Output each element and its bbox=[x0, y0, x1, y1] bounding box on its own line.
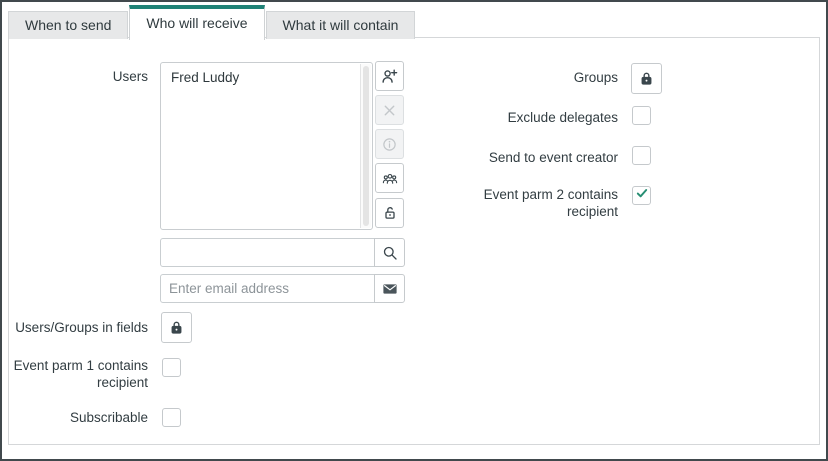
group-icon bbox=[382, 170, 398, 186]
event-parm-1-checkbox[interactable] bbox=[162, 358, 181, 377]
info-icon bbox=[382, 137, 397, 152]
groups-lock-button[interactable] bbox=[631, 63, 662, 94]
search-button[interactable] bbox=[374, 238, 405, 267]
subscribable-checkbox[interactable] bbox=[162, 408, 181, 427]
listbox-scrollbar[interactable] bbox=[360, 64, 371, 228]
users-label: Users bbox=[112, 69, 148, 84]
exclude-delegates-checkbox[interactable] bbox=[632, 106, 651, 125]
list-item[interactable]: Fred Luddy bbox=[161, 63, 372, 92]
users-groups-in-fields-label: Users/Groups in fields bbox=[15, 320, 148, 335]
event-parm-2-label: Event parm 2 contains recipient bbox=[483, 187, 618, 219]
event-parm-2-checkbox[interactable] bbox=[632, 186, 651, 205]
users-groups-in-fields-lock-button[interactable] bbox=[161, 312, 192, 343]
send-to-event-creator-checkbox[interactable] bbox=[632, 146, 651, 165]
event-parm-1-label: Event parm 1 contains recipient bbox=[13, 358, 148, 390]
user-info-button[interactable] bbox=[375, 129, 404, 159]
search-icon bbox=[382, 245, 398, 261]
groups-label: Groups bbox=[573, 70, 618, 85]
exclude-delegates-label: Exclude delegates bbox=[507, 110, 618, 125]
subscribable-label: Subscribable bbox=[69, 410, 148, 425]
unlock-icon bbox=[382, 205, 398, 221]
list-lock-button[interactable] bbox=[375, 198, 404, 228]
tab-when-to-send[interactable]: When to send bbox=[8, 11, 129, 39]
send-to-event-creator-label: Send to event creator bbox=[488, 150, 618, 165]
tab-who-will-receive[interactable]: Who will receive bbox=[129, 5, 265, 40]
email-address-input[interactable] bbox=[160, 274, 375, 303]
add-user-button[interactable] bbox=[375, 61, 404, 91]
user-group-button[interactable] bbox=[375, 163, 404, 193]
tab-what-it-will-contain[interactable]: What it will contain bbox=[265, 11, 416, 39]
checkmark-icon bbox=[635, 186, 649, 205]
add-email-button[interactable] bbox=[374, 274, 405, 303]
user-search-input[interactable] bbox=[160, 238, 375, 267]
remove-user-button[interactable] bbox=[375, 95, 404, 125]
scrollbar-thumb[interactable] bbox=[363, 66, 369, 226]
tab-bar: When to send Who will receive What it wi… bbox=[8, 5, 416, 40]
users-listbox[interactable]: Fred Luddy bbox=[160, 62, 373, 230]
lock-icon bbox=[168, 319, 185, 336]
add-user-icon bbox=[381, 68, 398, 85]
lock-icon bbox=[638, 70, 655, 87]
close-icon bbox=[382, 103, 397, 118]
envelope-icon bbox=[382, 281, 398, 297]
window-frame: When to send Who will receive What it wi… bbox=[2, 2, 826, 459]
notification-who-will-receive-screen: { "tabs": [ {"label": "When to send", "a… bbox=[0, 0, 828, 461]
